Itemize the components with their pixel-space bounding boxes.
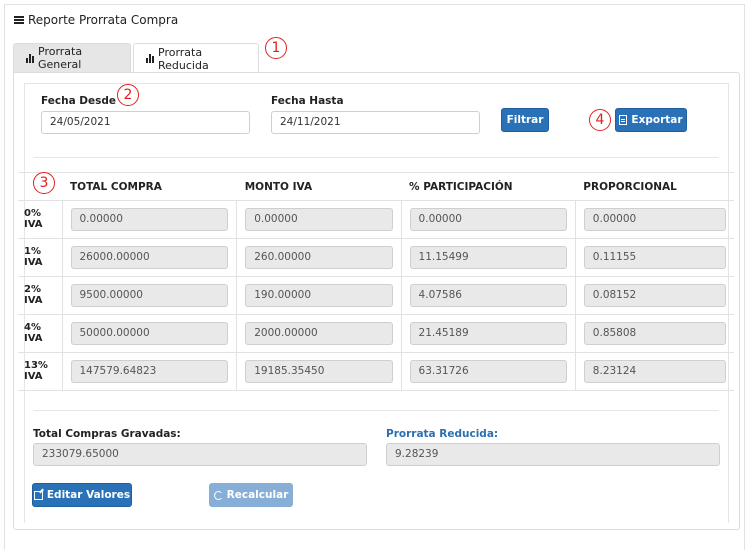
fecha-desde-input[interactable]: 24/05/2021 — [41, 111, 250, 134]
divider — [33, 157, 719, 158]
row-label: 13% IVA — [18, 352, 62, 391]
participacion-field[interactable]: 4.07586 — [409, 284, 567, 307]
callout-2: 2 — [117, 84, 139, 106]
proporcional-field[interactable]: 0.08152 — [583, 284, 726, 307]
participacion-field[interactable]: 21.45189 — [409, 322, 567, 345]
total-gravadas-label: Total Compras Gravadas: — [33, 428, 181, 440]
total-compra-field[interactable]: 26000.00000 — [70, 246, 229, 269]
refresh-icon — [213, 490, 223, 500]
bar-chart-icon — [26, 53, 34, 63]
callout-4: 4 — [589, 109, 611, 131]
total-compra-field[interactable]: 147579.64823 — [70, 360, 229, 383]
callout-3: 3 — [33, 172, 55, 194]
file-export-icon — [619, 115, 628, 125]
recalcular-label: Recalcular — [226, 489, 289, 501]
editar-label: Editar Valores — [46, 489, 131, 501]
page-title: Reporte Prorrata Compra — [28, 12, 179, 27]
edit-icon — [33, 490, 43, 500]
monto-iva-field[interactable]: 2000.00000 — [245, 322, 393, 345]
monto-iva-field[interactable]: 0.00000 — [245, 208, 393, 231]
prorrata-reducida-field[interactable]: 9.28239 — [386, 443, 720, 466]
monto-iva-field[interactable]: 19185.35450 — [245, 360, 393, 383]
exportar-label: Exportar — [631, 114, 683, 126]
participacion-field[interactable]: 63.31726 — [409, 360, 567, 383]
exportar-button[interactable]: Exportar — [615, 108, 687, 132]
tab-label: Prorrata General — [38, 45, 83, 71]
tab-prorrata-reducida[interactable]: Prorrata Reducida — [133, 43, 259, 73]
column-header: MONTO IVA — [236, 172, 402, 201]
column-header: PROPORCIONAL — [575, 172, 734, 201]
filtrar-button[interactable]: Filtrar — [501, 108, 549, 132]
filtrar-label: Filtrar — [506, 114, 544, 126]
monto-iva-field[interactable]: 190.00000 — [245, 284, 393, 307]
callout-1: 1 — [265, 37, 287, 59]
editar-valores-button[interactable]: Editar Valores — [32, 483, 132, 507]
table-row: 0% IVA 0.00000 0.00000 0.00000 0.00000 — [18, 200, 734, 239]
tab-prorrata-general[interactable]: Prorrata General — [13, 43, 131, 72]
table-row: 2% IVA 9500.00000 190.00000 4.07586 0.08… — [18, 276, 734, 315]
column-header: % PARTICIPACIÓN — [401, 172, 576, 201]
total-gravadas-field[interactable]: 233079.65000 — [33, 443, 367, 466]
tab-label: Prorrata Reducida — [158, 45, 209, 72]
fecha-desde-label: Fecha Desde — [41, 95, 117, 107]
list-icon — [14, 15, 24, 24]
proporcional-field[interactable]: 0.11155 — [583, 246, 726, 269]
total-compra-field[interactable]: 9500.00000 — [70, 284, 229, 307]
column-header: TOTAL COMPRA — [62, 172, 237, 201]
row-label: 1% IVA — [18, 238, 62, 277]
row-label: 2% IVA — [18, 276, 62, 315]
fecha-hasta-input[interactable]: 24/11/2021 — [271, 111, 480, 134]
participacion-field[interactable]: 11.15499 — [409, 246, 567, 269]
row-label: 0% IVA — [18, 200, 62, 239]
prorrata-reducida-label: Prorrata Reducida: — [386, 428, 499, 440]
total-compra-field[interactable]: 50000.00000 — [70, 322, 229, 345]
row-label: 4% IVA — [18, 314, 62, 353]
table-row: 13% IVA 147579.64823 19185.35450 63.3172… — [18, 352, 734, 391]
proporcional-field[interactable]: 8.23124 — [583, 360, 726, 383]
proporcional-field[interactable]: 0.00000 — [583, 208, 726, 231]
monto-iva-field[interactable]: 260.00000 — [245, 246, 393, 269]
divider — [33, 410, 719, 411]
report-panel: Reporte Prorrata Compra Prorrata General… — [0, 0, 749, 550]
fecha-hasta-label: Fecha Hasta — [271, 95, 344, 107]
proporcional-field[interactable]: 0.85808 — [583, 322, 726, 345]
table-header-row: TOTAL COMPRA MONTO IVA % PARTICIPACIÓN P… — [18, 172, 734, 201]
panel-header: Reporte Prorrata Compra — [4, 4, 745, 34]
iva-table: TOTAL COMPRA MONTO IVA % PARTICIPACIÓN P… — [18, 172, 734, 391]
total-compra-field[interactable]: 0.00000 — [70, 208, 229, 231]
bar-chart-icon — [146, 54, 154, 63]
recalcular-button[interactable]: Recalcular — [209, 483, 293, 507]
participacion-field[interactable]: 0.00000 — [409, 208, 567, 231]
table-row: 4% IVA 50000.00000 2000.00000 21.45189 0… — [18, 314, 734, 353]
table-row: 1% IVA 26000.00000 260.00000 11.15499 0.… — [18, 238, 734, 277]
